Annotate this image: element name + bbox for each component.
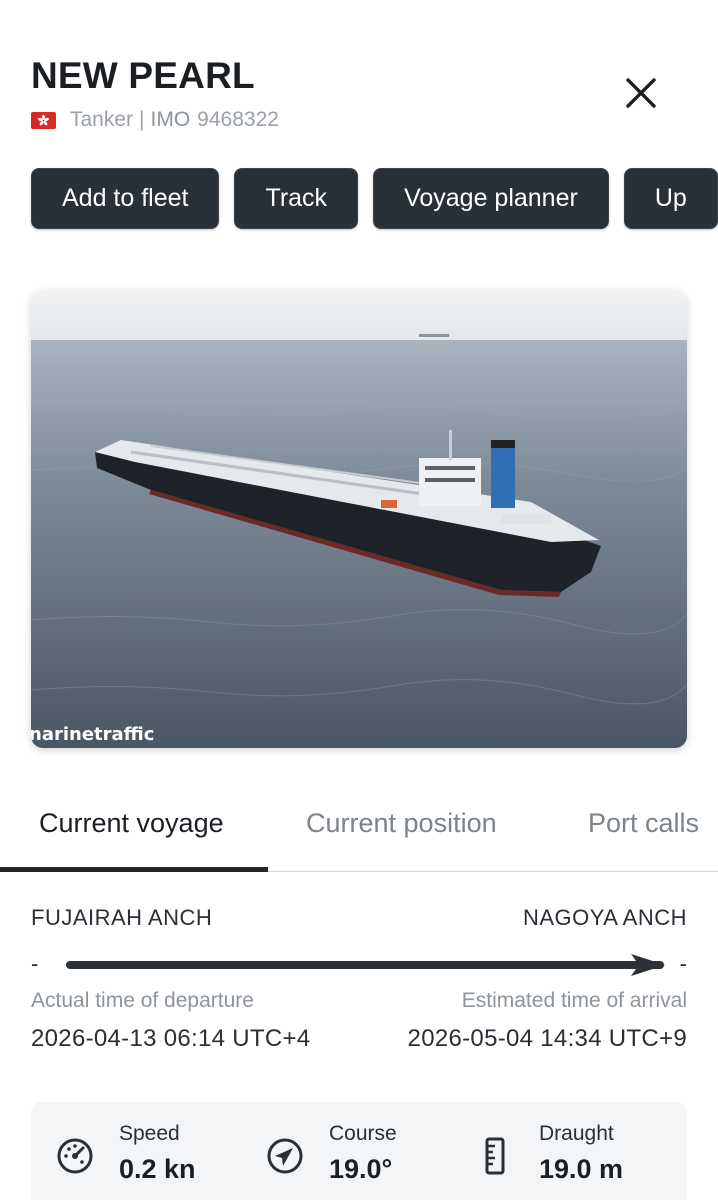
vessel-type: Tanker [70,108,134,131]
speed-label: Speed [119,1122,180,1145]
tab-current-position[interactable]: Current position [306,808,497,839]
draught-label: Draught [539,1122,614,1145]
add-to-fleet-button[interactable]: Add to fleet [31,168,220,229]
speedometer-icon [53,1134,97,1178]
speed-value: 0.2 kn [119,1154,196,1184]
course-value: 19.0° [329,1154,393,1184]
photo-watermark: narinetraffic [31,724,154,745]
voyage-tabs: Current voyage Current position Port cal… [0,790,718,872]
arrow-right-icon [631,954,665,976]
imo-label: IMO [150,108,191,131]
arrival-time: 2026-05-04 14:34 UTC+9 [407,1025,687,1052]
hong-kong-flag-icon [31,111,56,129]
close-icon [626,78,656,108]
departure-label: Actual time of departure [31,989,254,1012]
destination-port: NAGOYA ANCH [522,905,687,930]
vessel-stats: Speed 0.2 kn Course 19.0° Draught 19.0 m [31,1102,687,1200]
close-button[interactable] [620,72,662,114]
current-voyage-panel: FUJAIRAH ANCH NAGOYA ANCH - - Actual tim… [31,905,687,1053]
subtitle-separator: | [139,108,145,131]
origin-port: FUJAIRAH ANCH [31,905,213,930]
destination-dash: - [679,951,687,976]
update-button[interactable]: Up [623,168,718,229]
voyage-planner-button[interactable]: Voyage planner [373,168,609,229]
action-buttons: Add to fleet Track Voyage planner Up [31,168,718,229]
imo-number: 9468322 [197,108,279,131]
ruler-icon [473,1134,517,1178]
tab-current-voyage[interactable]: Current voyage [39,808,224,839]
course-stat: Course 19.0° [263,1122,473,1200]
arrival-label: Estimated time of arrival [461,989,687,1012]
vessel-subtitle: Tanker | IMO 9468322 [31,108,279,132]
tab-port-calls[interactable]: Port calls [588,808,699,839]
departure-time: 2026-04-13 06:14 UTC+4 [31,1025,311,1052]
vessel-name: NEW PEARL [31,55,255,96]
course-label: Course [329,1122,397,1145]
draught-stat: Draught 19.0 m [473,1122,683,1200]
voyage-progress-line [66,961,664,969]
active-tab-indicator [0,867,268,872]
origin-dash: - [31,951,39,976]
draught-value: 19.0 m [539,1154,624,1184]
vessel-photo: narinetraffic [31,290,687,748]
compass-icon [263,1134,307,1178]
track-button[interactable]: Track [234,168,359,229]
speed-stat: Speed 0.2 kn [53,1122,263,1200]
voyage-progress: - - [31,945,687,985]
vessel-header: NEW PEARL Tanker | IMO 9468322 [31,54,279,132]
